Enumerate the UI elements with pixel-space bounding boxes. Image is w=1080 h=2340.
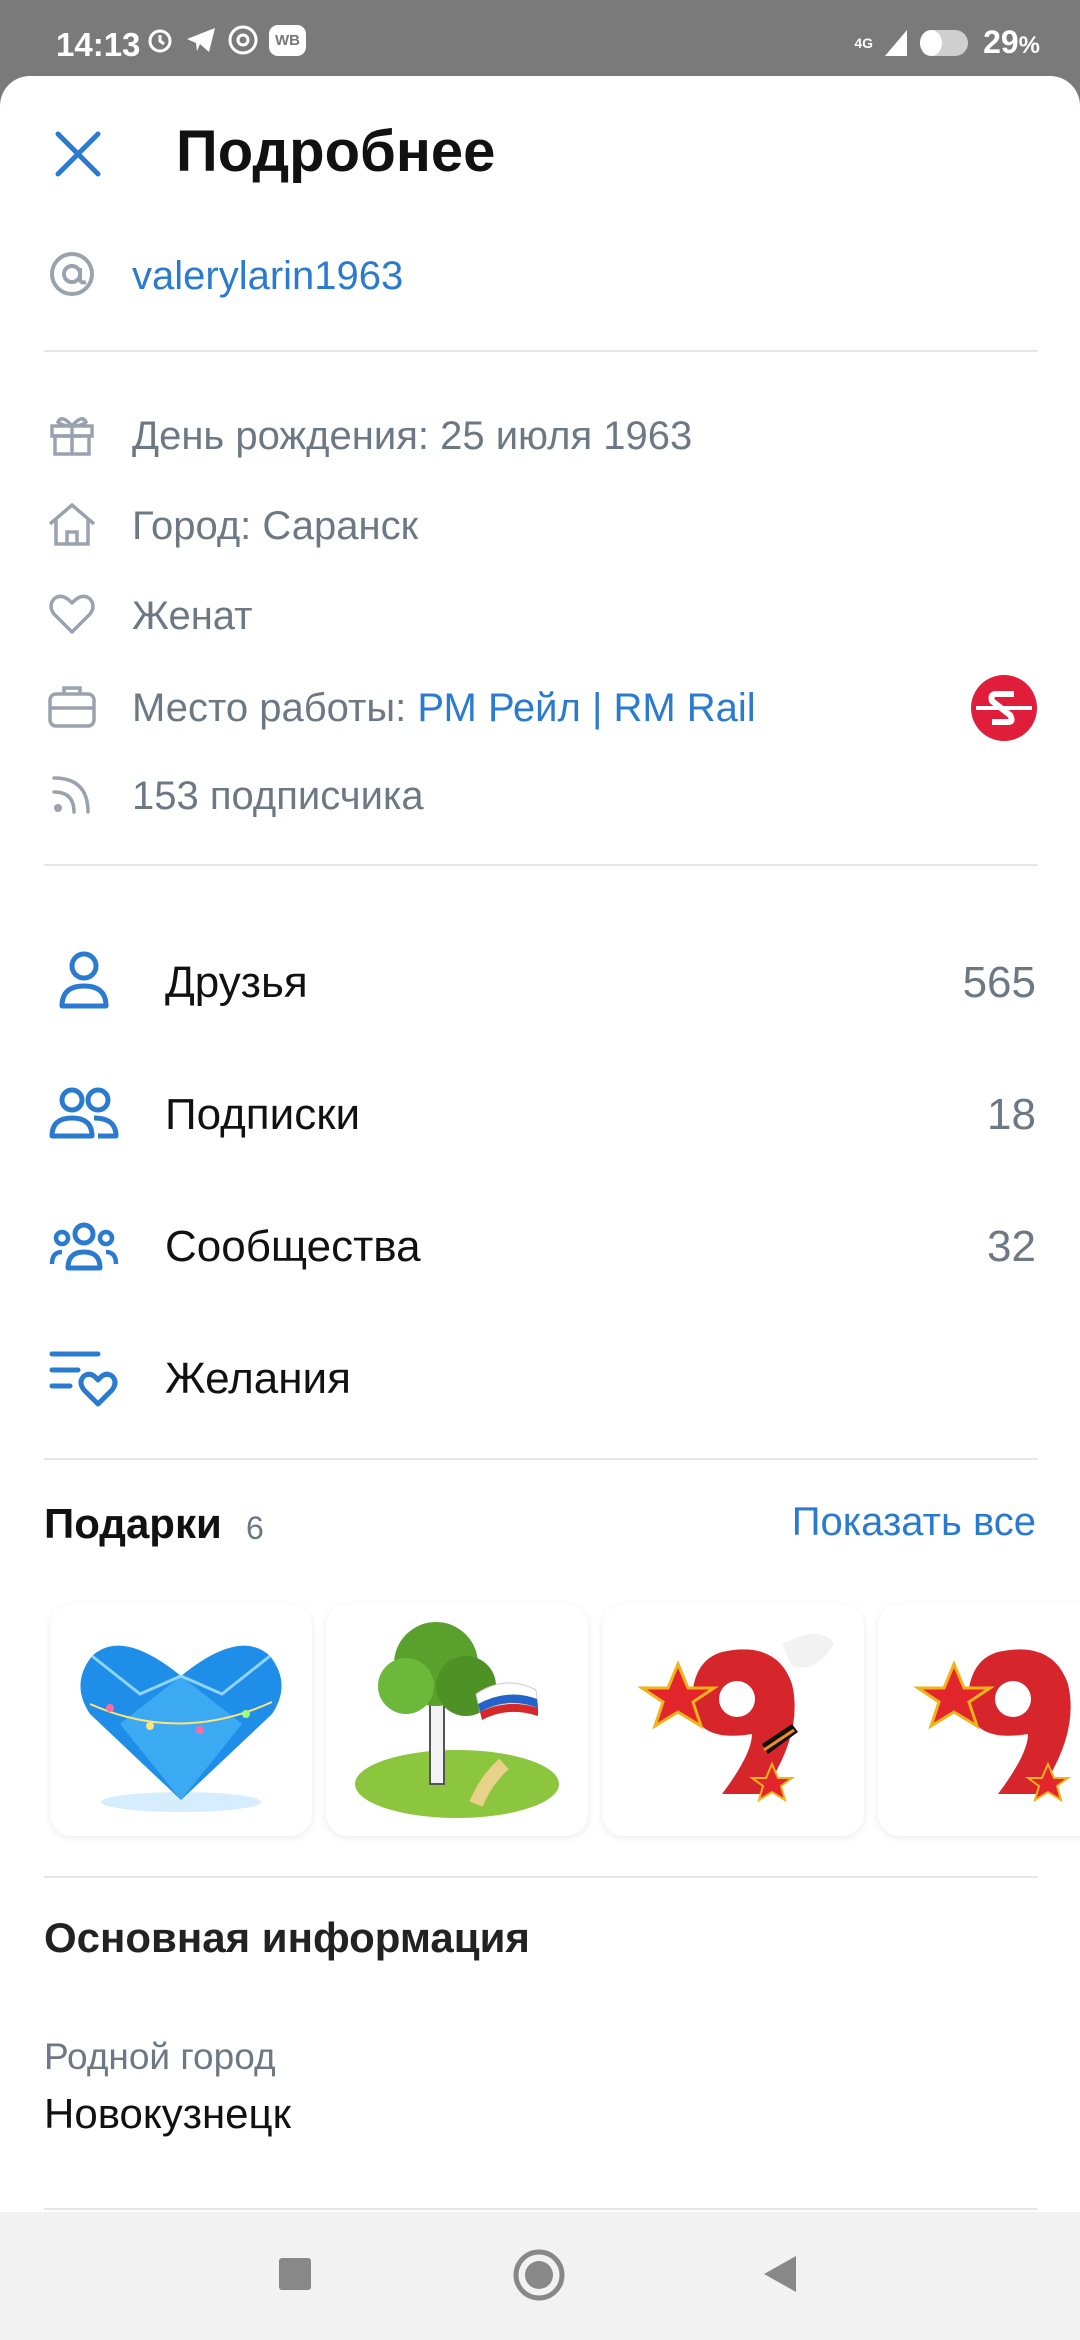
communities-label: Сообщества — [165, 1222, 421, 1271]
battery-percent: 29 — [983, 24, 1019, 60]
subscribers-text[interactable]: 153 подписчика — [132, 774, 424, 819]
gifts-count: 6 — [246, 1510, 264, 1546]
person-icon — [59, 951, 109, 1009]
rss-icon — [52, 776, 90, 814]
friends-count: 565 — [962, 958, 1036, 1007]
work-label: Место работы: — [132, 686, 418, 730]
wb-icon: WB — [269, 24, 306, 56]
divider — [44, 864, 1038, 866]
friends-label: Друзья — [165, 958, 308, 1007]
page-title: Подробнее — [176, 119, 496, 184]
gift-icon — [50, 417, 94, 456]
heart-icon — [49, 594, 95, 634]
at-sign-icon — [50, 252, 94, 296]
battery-icon — [920, 29, 969, 56]
home-button-icon[interactable] — [512, 2248, 566, 2302]
briefcase-icon — [48, 686, 96, 728]
birthday-text: День рождения: 25 июля 1963 — [132, 414, 693, 458]
friends-row[interactable]: Друзья 565 — [0, 920, 1080, 1040]
company-logo[interactable] — [970, 674, 1038, 742]
gift-card[interactable] — [878, 1604, 1080, 1836]
work-row[interactable]: Место работы: РМ Рейл | RM Rail — [0, 674, 1080, 754]
wishlist-row[interactable]: Желания — [0, 1316, 1080, 1436]
marital-text: Женат — [132, 594, 253, 638]
birch-tree-gift-image — [355, 1622, 559, 1818]
subscriptions-row[interactable]: Подписки 18 — [0, 1052, 1080, 1172]
details-sheet: Подробнее valerylarin1963 День рождения:… — [0, 76, 1080, 2340]
birthday-row: День рождения: 25 июля 1963 — [0, 404, 1080, 474]
username-row[interactable]: valerylarin1963 — [0, 246, 1080, 326]
system-nav-bar — [0, 2212, 1080, 2340]
divider — [44, 2208, 1038, 2210]
wishlist-label: Желания — [165, 1354, 351, 1403]
close-icon[interactable] — [50, 126, 106, 182]
hometown-value: Новокузнецк — [44, 2090, 291, 2137]
divider — [44, 1876, 1038, 1878]
network-label: 4G — [854, 34, 874, 51]
basic-info-title: Основная информация — [44, 1914, 530, 1961]
signal-icon — [885, 29, 908, 56]
notification-icons: WB — [145, 24, 306, 56]
home-icon — [48, 503, 96, 546]
show-all-gifts-link[interactable]: Показать все — [792, 1500, 1036, 1545]
subscriptions-label: Подписки — [165, 1090, 361, 1139]
community-icon — [49, 1222, 119, 1271]
at-icon — [228, 25, 258, 55]
battery-unit: % — [1018, 32, 1040, 59]
subscriptions-count: 18 — [987, 1090, 1036, 1139]
blue-heart-gift-image — [80, 1645, 282, 1812]
communities-row[interactable]: Сообщества 32 — [0, 1184, 1080, 1304]
alarm-icon — [148, 29, 172, 53]
back-icon[interactable] — [762, 2254, 798, 2294]
header: Подробнее — [0, 76, 1080, 226]
gift-card[interactable] — [326, 1604, 588, 1836]
people-icon — [49, 1087, 119, 1139]
victory-day-gift-image — [637, 1634, 834, 1803]
username-link[interactable]: valerylarin1963 — [132, 254, 403, 299]
divider — [44, 350, 1038, 352]
city-row: Город: Саранск — [0, 494, 1080, 564]
communities-count: 32 — [987, 1222, 1036, 1271]
divider — [44, 1458, 1038, 1460]
gifts-title: Подарки — [44, 1500, 222, 1547]
city-text: Город: Саранск — [132, 504, 419, 548]
telegram-icon — [187, 28, 215, 52]
gift-card[interactable] — [602, 1604, 864, 1836]
gift-card[interactable] — [50, 1604, 312, 1836]
work-link[interactable]: РМ Рейл | RM Rail — [417, 686, 755, 730]
victory-day-gift-image — [913, 1649, 1072, 1803]
marital-row: Женат — [0, 584, 1080, 654]
hometown-label: Родной город — [44, 2036, 276, 2077]
status-bar: 14:13 WB 4G 29% — [0, 0, 1080, 78]
subscribers-row[interactable]: 153 подписчика — [0, 764, 1080, 834]
status-right: 4G 29% — [854, 24, 1040, 61]
wishlist-icon — [49, 1351, 118, 1407]
recents-icon[interactable] — [277, 2256, 313, 2292]
status-time: 14:13 — [56, 26, 141, 63]
